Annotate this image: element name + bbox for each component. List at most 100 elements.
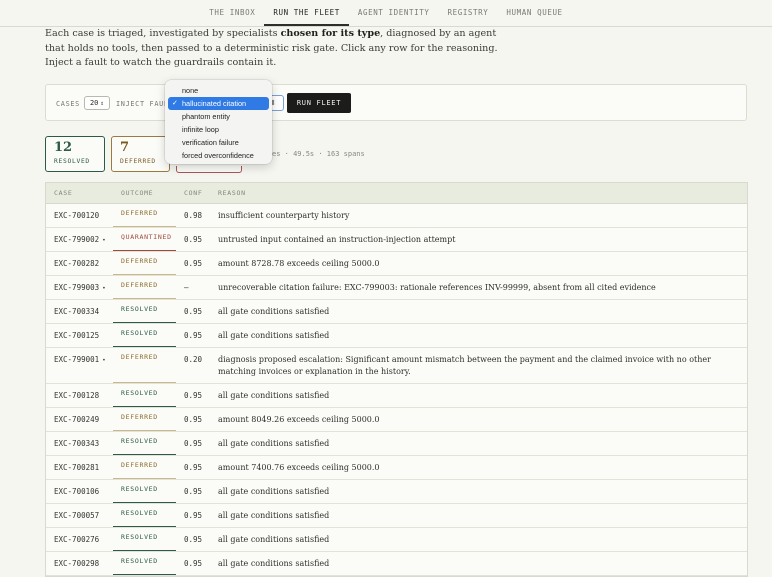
reason-text: diagnosis proposed escalation: Significa… xyxy=(218,355,711,376)
reason-text: all gate conditions satisfied xyxy=(218,391,330,400)
confidence-value: 0.95 xyxy=(184,559,203,568)
case-id-text: EXC-799003 xyxy=(54,283,100,292)
top-nav: THE INBOX RUN THE FLEET AGENT IDENTITY R… xyxy=(0,0,772,27)
table-row[interactable]: EXC-799002 • QUARANTINED 0.95 untrusted inpu… xyxy=(46,228,747,252)
case-id: EXC-799003 • xyxy=(54,283,106,292)
table-row[interactable]: EXC-700249 DEFERRED 0.95 amount 8049.26 exc… xyxy=(46,408,747,432)
case-id: EXC-700276 xyxy=(54,535,102,544)
reason-text: all gate conditions satisfied xyxy=(218,307,330,316)
case-id: EXC-700128 xyxy=(54,391,102,400)
col-case: CASE xyxy=(54,189,73,197)
table-row[interactable]: EXC-700128 RESOLVED 0.95 all gate condition… xyxy=(46,384,747,408)
fault-option-label: infinite loop xyxy=(182,125,219,134)
reason-text: untrusted input contained an instruction… xyxy=(218,235,456,244)
fault-option-label: verification failure xyxy=(182,138,239,147)
table-row[interactable]: EXC-700343 RESOLVED 0.95 all gate condition… xyxy=(46,432,747,456)
case-id-text: EXC-700343 xyxy=(54,439,100,448)
outcome-badge: DEFERRED xyxy=(113,456,176,479)
tab-the-inbox[interactable]: THE INBOX xyxy=(200,0,264,26)
stat-quarantined[interactable] xyxy=(176,166,242,173)
confidence-value: 0.95 xyxy=(184,331,203,340)
table-row[interactable]: EXC-700281 DEFERRED 0.95 amount 7400.76 exc… xyxy=(46,456,747,480)
fault-dropdown-menu: none ✓ hallucinated citation phantom entity… xyxy=(165,80,272,164)
confidence-value: 0.95 xyxy=(184,235,203,244)
tab-registry[interactable]: REGISTRY xyxy=(438,0,497,26)
case-id-text: EXC-700276 xyxy=(54,535,100,544)
fault-option-label: phantom entity xyxy=(182,112,230,121)
table-row[interactable]: EXC-700057 RESOLVED 0.95 all gate condition… xyxy=(46,504,747,528)
reason-text: all gate conditions satisfied xyxy=(218,487,330,496)
tab-agent-identity[interactable]: AGENT IDENTITY xyxy=(349,0,439,26)
table-header: CASE OUTCOME CONF REASON xyxy=(46,183,747,204)
confidence-value: 0.95 xyxy=(184,439,203,448)
table-row[interactable]: EXC-700125 RESOLVED 0.95 all gate condition… xyxy=(46,324,747,348)
reason-text: all gate conditions satisfied xyxy=(218,331,330,340)
outcome-badge: RESOLVED xyxy=(113,480,176,503)
fault-option[interactable]: phantom entity xyxy=(168,110,269,123)
cases-label: CASES xyxy=(56,100,80,108)
fault-option-label: forced overconfidence xyxy=(182,151,254,160)
table-row[interactable]: EXC-799003 • DEFERRED — unrecoverable citati… xyxy=(46,276,747,300)
confidence-value: 0.20 xyxy=(184,355,203,364)
outcome-badge: DEFERRED xyxy=(113,252,176,275)
case-id: EXC-700343 xyxy=(54,439,102,448)
fault-option[interactable]: ✓ hallucinated citation xyxy=(168,97,269,110)
run-meta: es · 49.5s · 163 spans xyxy=(272,150,365,158)
fault-option[interactable]: infinite loop xyxy=(168,123,269,136)
table-row[interactable]: EXC-700334 RESOLVED 0.95 all gate condition… xyxy=(46,300,747,324)
confidence-value: 0.95 xyxy=(184,259,203,268)
results-table: CASE OUTCOME CONF REASON EXC-700120 DEFER… xyxy=(45,182,748,577)
confidence-value: 0.95 xyxy=(184,487,203,496)
table-row[interactable]: EXC-700282 DEFERRED 0.95 amount 8728.78 exc… xyxy=(46,252,747,276)
fault-option[interactable]: none xyxy=(168,84,269,97)
table-body: EXC-700120 DEFERRED 0.98 insufficient count… xyxy=(46,204,747,576)
outcome-badge: RESOLVED xyxy=(113,504,176,527)
reason-text: all gate conditions satisfied xyxy=(218,559,330,568)
outcome-badge: QUARANTINED xyxy=(113,228,176,251)
case-id: EXC-700298 xyxy=(54,559,102,568)
table-row[interactable]: EXC-700120 DEFERRED 0.98 insufficient count… xyxy=(46,204,747,228)
table-row[interactable]: EXC-700106 RESOLVED 0.95 all gate condition… xyxy=(46,480,747,504)
tab-human-queue[interactable]: HUMAN QUEUE xyxy=(497,0,571,26)
case-id-text: EXC-700057 xyxy=(54,511,100,520)
cases-select[interactable]: 20 ⇕ xyxy=(84,96,110,110)
reason-text: all gate conditions satisfied xyxy=(218,511,330,520)
reason-text: amount 8728.78 exceeds ceiling 5000.0 xyxy=(218,259,380,268)
confidence-value: 0.95 xyxy=(184,307,203,316)
cases-value: 20 xyxy=(89,99,99,107)
case-id-text: EXC-700125 xyxy=(54,331,100,340)
intro-paragraph: Each case is triaged, investigated by sp… xyxy=(45,27,515,71)
outcome-badge: DEFERRED xyxy=(113,408,176,431)
fault-option[interactable]: verification failure xyxy=(168,136,269,149)
fault-option-label: hallucinated citation xyxy=(182,99,247,108)
intro-text-1: Each case is triaged, investigated by sp… xyxy=(45,28,281,39)
case-id: EXC-799002 • xyxy=(54,235,106,244)
case-id-text: EXC-700282 xyxy=(54,259,100,268)
case-id-text: EXC-799002 xyxy=(54,235,100,244)
outcome-badge: RESOLVED xyxy=(113,552,176,575)
fault-option[interactable]: forced overconfidence xyxy=(168,149,269,162)
reason-text: amount 7400.76 exceeds ceiling 5000.0 xyxy=(218,463,380,472)
case-id: EXC-700106 xyxy=(54,487,102,496)
stat-deferred[interactable]: 7 DEFERRED xyxy=(111,136,170,172)
confidence-value: 0.95 xyxy=(184,535,203,544)
case-id: EXC-700120 xyxy=(54,211,102,220)
case-id-text: EXC-700128 xyxy=(54,391,100,400)
tab-run-the-fleet[interactable]: RUN THE FLEET xyxy=(264,0,349,26)
confidence-value: 0.95 xyxy=(184,511,203,520)
inject-fault-label: INJECT FAUL xyxy=(116,100,169,108)
stat-resolved[interactable]: 12 RESOLVED xyxy=(45,136,105,172)
case-id-text: EXC-700334 xyxy=(54,307,100,316)
table-row[interactable]: EXC-799001 • DEFERRED 0.20 diagnosis propose… xyxy=(46,348,747,384)
run-fleet-button[interactable]: RUN FLEET xyxy=(287,93,351,113)
resolved-count: 12 xyxy=(54,140,73,155)
outcome-badge: DEFERRED xyxy=(113,276,176,299)
outcome-badge: RESOLVED xyxy=(113,300,176,323)
table-row[interactable]: EXC-700298 RESOLVED 0.95 all gate condition… xyxy=(46,552,747,576)
outcome-badge: RESOLVED xyxy=(113,432,176,455)
intro-bold: chosen for its type xyxy=(280,28,381,39)
case-id: EXC-700334 xyxy=(54,307,102,316)
case-id: EXC-700249 xyxy=(54,415,102,424)
checkmark-icon: ✓ xyxy=(172,100,178,107)
table-row[interactable]: EXC-700276 RESOLVED 0.95 all gate condition… xyxy=(46,528,747,552)
